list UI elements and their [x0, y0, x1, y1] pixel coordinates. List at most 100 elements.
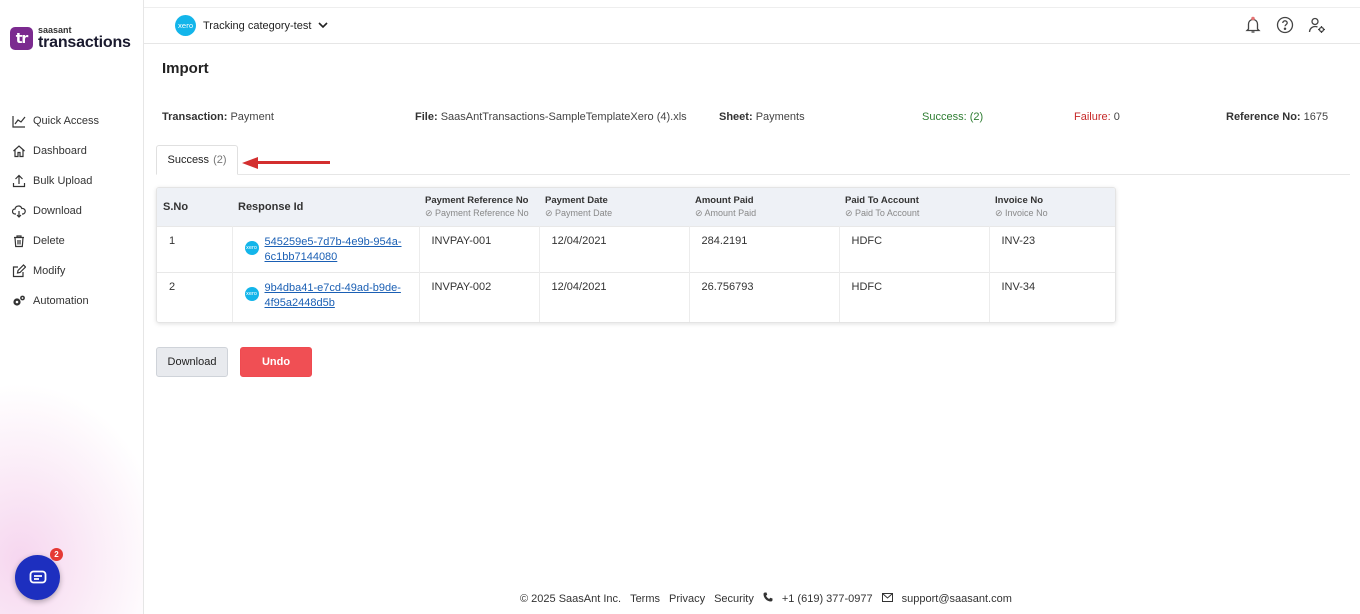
header-payment-ref: Payment Reference No ⊘ Payment Reference … [425, 194, 529, 218]
cell-amount-paid: 26.756793 [688, 272, 839, 322]
cell-response-id: xero 9b4dba41-e7cd-49ad-b9de-4f95a2448d5… [231, 272, 419, 322]
upload-icon [12, 174, 26, 188]
cell-payment-ref: INVPAY-002 [418, 272, 539, 322]
sidebar-item-label: Modify [33, 265, 66, 277]
privacy-link[interactable]: Privacy [669, 593, 705, 605]
sidebar-item-label: Quick Access [33, 115, 100, 127]
tab-count: (2) [213, 154, 227, 166]
header-payment-date: Payment Date ⊘ Payment Date [545, 194, 613, 218]
sheet-value: Payments [755, 111, 805, 123]
file-label: File: [415, 111, 438, 123]
cell-payment-date: 12/04/2021 [538, 272, 689, 322]
summary-reference: Reference No: 1675 [1226, 111, 1328, 123]
cell-invoice-no: INV-23 [988, 226, 1115, 272]
sidebar-item-dashboard[interactable]: Dashboard [12, 136, 99, 166]
cell-payment-date: 12/04/2021 [538, 226, 689, 272]
summary-sheet: Sheet: Payments [719, 111, 805, 123]
brand-mark: tr [10, 27, 33, 50]
cell-invoice-no: INV-34 [988, 272, 1115, 322]
trash-icon [14, 235, 24, 248]
failure-value: 0 [1113, 111, 1120, 123]
page-title: Import [162, 60, 209, 77]
xero-logo: xero [244, 240, 259, 255]
transaction-value: Payment [230, 111, 274, 123]
top-bar: xero Tracking category-test [144, 7, 1360, 44]
download-button[interactable]: Download [156, 347, 228, 377]
header-invoice-no: Invoice No ⊘ Invoice No [995, 194, 1048, 218]
response-id-link[interactable]: 9b4dba41-e7cd-49ad-b9de-4f95a2448d5b [265, 281, 407, 311]
security-link[interactable]: Security [714, 593, 754, 605]
sidebar-item-quick-access[interactable]: Quick Access [12, 106, 99, 136]
cell-payment-ref: INVPAY-001 [418, 226, 539, 272]
sheet-label: Sheet: [719, 111, 753, 123]
organization-selector[interactable]: xero Tracking category-test [175, 15, 328, 36]
copyright-text: © 2025 SaasAnt Inc. [520, 592, 622, 605]
sidebar-item-download[interactable]: Download [12, 196, 99, 226]
cell-sno: 2 [169, 280, 176, 293]
sidebar-item-automation[interactable]: Automation [12, 286, 99, 316]
user-settings-icon[interactable] [1308, 16, 1326, 34]
support-email-link[interactable]: support@saasant.com [902, 593, 1012, 605]
home-icon [13, 145, 25, 158]
edit-icon [12, 264, 26, 278]
chat-icon [29, 570, 46, 583]
cell-response-id: xero 545259e5-7d7b-4e9b-954a-6c1bb714408… [231, 226, 419, 272]
chevron-down-icon [318, 22, 328, 29]
tabs-divider [156, 174, 1350, 175]
email-icon [881, 592, 893, 605]
cell-sno: 1 [169, 234, 176, 247]
undo-button[interactable]: Undo [240, 347, 312, 377]
table-row: 2 xero 9b4dba41-e7cd-49ad-b9de-4f95a2448… [157, 272, 1115, 322]
results-table: S.No Response Id Payment Reference No ⊘ P… [156, 187, 1116, 323]
notification-bell-icon[interactable] [1244, 16, 1262, 34]
summary-file: File: SaasAntTransactions-SampleTemplate… [415, 111, 687, 123]
terms-link[interactable]: Terms [630, 593, 660, 605]
organization-name: Tracking category-test [203, 19, 312, 32]
sidebar-item-bulk-upload[interactable]: Bulk Upload [12, 166, 99, 196]
help-icon[interactable] [1276, 16, 1294, 34]
red-arrow-annotation [242, 157, 330, 169]
sidebar-nav: Quick Access Dashboard Bulk Upload Downl… [12, 106, 99, 316]
tab-success[interactable]: Success (2) [156, 145, 238, 175]
header-sno: S.No [163, 200, 189, 213]
chat-badge: 2 [50, 548, 63, 561]
footer: © 2025 SaasAnt Inc. Terms Privacy Securi… [520, 592, 1012, 605]
summary-failure: Failure: 0 [1074, 111, 1120, 123]
cell-amount-paid: 284.2191 [688, 226, 839, 272]
tab-label: Success [167, 154, 210, 166]
file-value: SaasAntTransactions-SampleTemplateXero (… [440, 111, 687, 123]
chart-line-icon [12, 116, 26, 128]
gears-icon [13, 295, 25, 306]
transaction-label: Transaction: [162, 111, 228, 123]
sidebar-item-modify[interactable]: Modify [12, 256, 99, 286]
sidebar-item-delete[interactable]: Delete [12, 226, 99, 256]
summary-success: Success: (2) [922, 111, 983, 123]
reference-value: 1675 [1303, 111, 1329, 123]
table-header-row: S.No Response Id Payment Reference No ⊘ P… [157, 188, 1115, 226]
cloud-download-icon [12, 205, 26, 218]
brand-logo[interactable]: tr saasant transactions [10, 26, 131, 51]
phone-number: +1 (619) 377-0977 [781, 592, 873, 605]
sidebar-item-label: Delete [33, 235, 65, 247]
success-value: (2) [969, 111, 984, 123]
reference-label: Reference No: [1226, 111, 1301, 123]
success-label: Success: [922, 111, 967, 123]
cell-paid-to-account: HDFC [838, 272, 989, 322]
response-id-link[interactable]: 545259e5-7d7b-4e9b-954a-6c1bb7144080 [265, 235, 407, 265]
sidebar-item-label: Automation [33, 295, 89, 307]
sidebar-item-label: Bulk Upload [33, 175, 93, 187]
sidebar: tr saasant transactions Quick Access Das… [0, 0, 144, 614]
summary-transaction: Transaction: Payment [162, 111, 274, 123]
sidebar-item-label: Dashboard [33, 145, 87, 157]
failure-label: Failure: [1074, 111, 1111, 123]
sidebar-item-label: Download [33, 205, 82, 217]
header-paid-to-account: Paid To Account ⊘ Paid To Account [845, 194, 920, 218]
cell-paid-to-account: HDFC [838, 226, 989, 272]
xero-logo: xero [175, 15, 196, 36]
header-amount-paid: Amount Paid ⊘ Amount Paid [695, 194, 757, 218]
table-row: 1 xero 545259e5-7d7b-4e9b-954a-6c1bb7144… [157, 226, 1115, 272]
chat-button[interactable] [15, 555, 60, 600]
brand-name: transactions [38, 34, 131, 51]
phone-icon [763, 592, 773, 605]
header-response-id: Response Id [238, 200, 304, 213]
